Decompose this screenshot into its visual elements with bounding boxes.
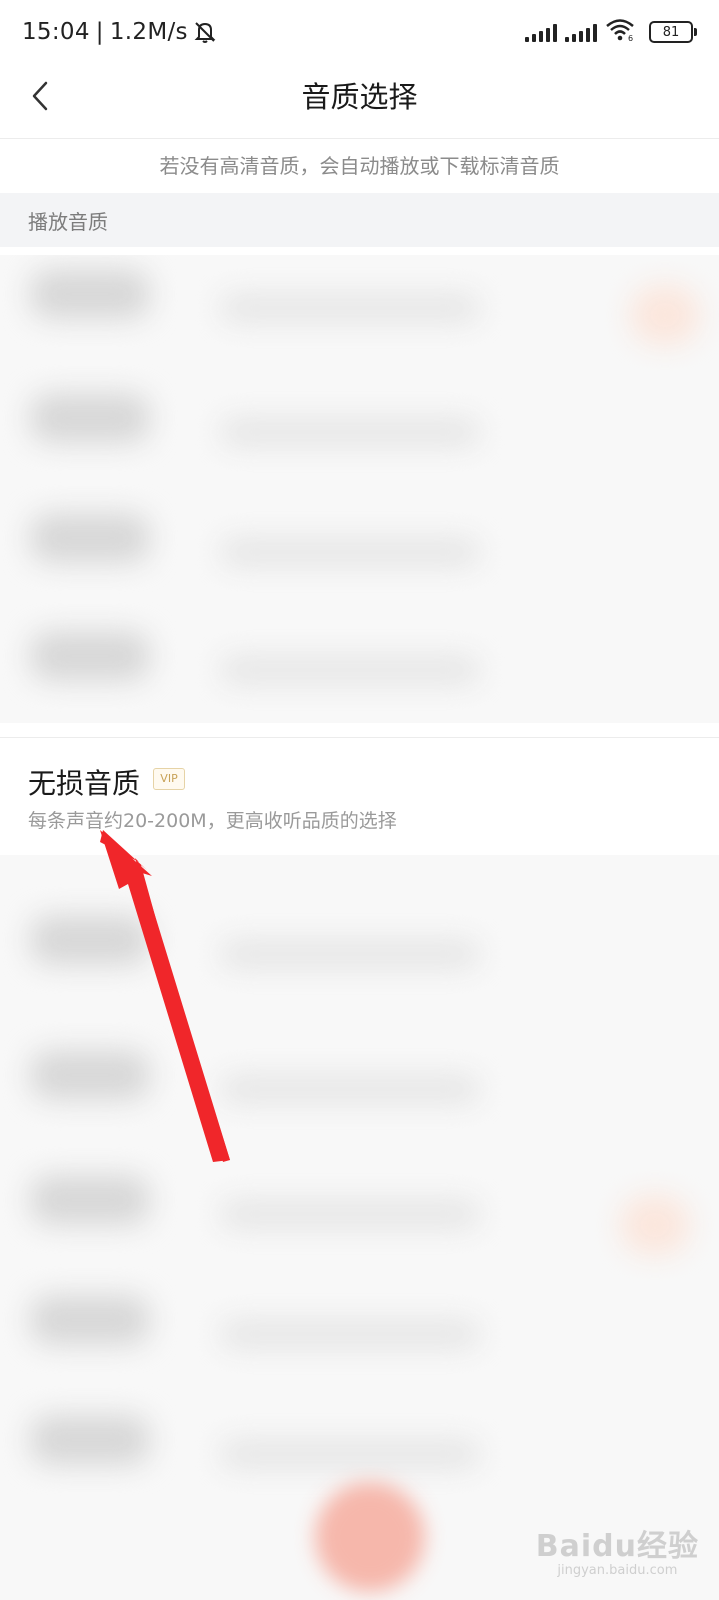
quality-notice: 若没有高清音质，会自动播放或下载标清音质 [159,154,560,178]
blurred-option [20,1415,580,1475]
blurred-indicator [620,1195,690,1255]
signal-icon [565,22,597,42]
blurred-option [20,915,580,975]
status-left: 15:04 | 1.2M/s [22,16,218,48]
blurred-option [20,513,580,573]
wifi-icon: 6 [605,18,635,46]
mute-bell-icon [192,19,218,45]
blurred-option [20,631,580,691]
network-speed: 1.2M/s [109,19,188,45]
status-bar: 15:04 | 1.2M/s 6 81 [0,0,719,62]
blurred-indicator [630,285,700,345]
status-time: 15:04 [22,19,90,45]
vip-badge: VIP [153,768,185,790]
baidu-watermark: Baidu经验 jingyan.baidu.com [536,1521,699,1578]
status-separator: | [95,19,104,45]
page-title: 音质选择 [301,80,418,114]
option-lossless-quality[interactable]: 无损音质 VIP 每条声音约20-200M，更高收听品质的选择 [0,737,719,856]
option-description: 每条声音约20-200M，更高收听品质的选择 [28,810,397,832]
top-bar: 音质选择 [0,62,719,139]
blurred-option [20,269,580,329]
battery-icon: 81 [649,21,697,43]
watermark-logo: Baidu经验 [535,1529,699,1564]
section-label: 播放音质 [28,210,108,234]
blurred-option [20,1175,580,1235]
blurred-option [20,1050,580,1110]
battery-level: 81 [662,24,680,40]
floating-play-button[interactable] [315,1482,425,1592]
blurred-option [20,1295,580,1355]
watermark-url: jingyan.baidu.com [557,1563,678,1578]
signal-icon [525,22,557,42]
svg-text:6: 6 [628,34,633,42]
blurred-option [20,393,580,453]
status-right: 6 81 [525,18,697,46]
blurred-options-top [0,255,719,723]
section-header: 播放音质 [0,193,719,247]
option-title: 无损音质 [28,767,141,800]
screen: 15:04 | 1.2M/s 6 81 音质选择 若没有高清音质，会自动播放或下… [0,0,719,1600]
